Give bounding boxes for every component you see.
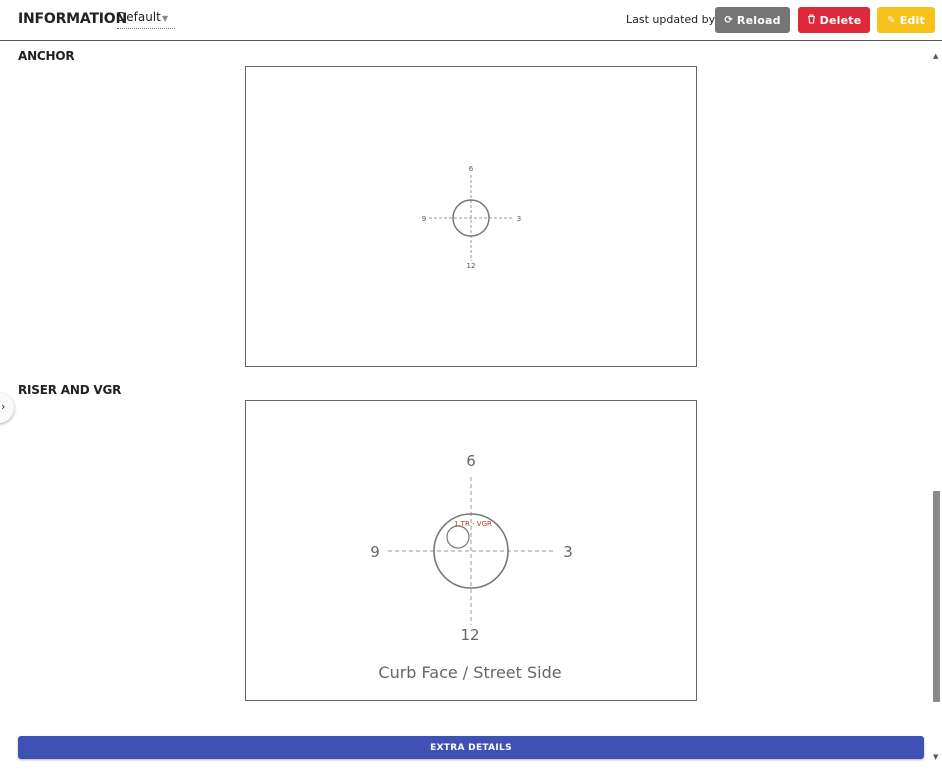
extra-details-button[interactable]: EXTRA DETAILS <box>18 736 924 759</box>
anchor-label-left: 9 <box>422 215 426 223</box>
chevron-down-icon: ▼ <box>162 14 169 23</box>
riser-label-bottom: 12 <box>460 626 479 644</box>
anchor-section-label: ANCHOR <box>18 49 75 63</box>
delete-button[interactable]: Delete <box>798 7 870 33</box>
delete-button-label: Delete <box>819 13 862 27</box>
anchor-label-bottom: 12 <box>467 262 476 270</box>
riser-label-right: 3 <box>563 543 573 561</box>
view-select-value: Default <box>117 10 161 24</box>
riser-label-top: 6 <box>466 452 476 470</box>
edit-button-label: Edit <box>899 13 925 27</box>
anchor-label-right: 3 <box>517 215 521 223</box>
page-title: INFORMATION <box>18 11 128 27</box>
scroll-up-arrow[interactable]: ▲ <box>933 52 938 60</box>
reload-button[interactable]: ⟳ Reload <box>715 7 790 33</box>
riser-diagram-svg: 1.TR - VGR 6 12 9 3 Curb Face / Street S… <box>370 452 573 682</box>
extra-details-label: EXTRA DETAILS <box>430 742 512 753</box>
riser-label-left: 9 <box>370 543 380 561</box>
view-select[interactable]: Default ▼ <box>117 9 175 29</box>
scroll-down-arrow[interactable]: ▼ <box>933 753 938 761</box>
header-bar: INFORMATION Default ▼ Last updated by: ⟳… <box>0 0 942 41</box>
riser-caption: Curb Face / Street Side <box>378 663 561 682</box>
reload-button-label: Reload <box>736 13 781 27</box>
scrollbar-thumb[interactable] <box>933 491 940 702</box>
trash-icon <box>807 13 816 27</box>
refresh-icon: ⟳ <box>724 14 733 26</box>
riser-section-label: RISER AND VGR <box>18 383 122 397</box>
chevron-right-icon: › <box>1 400 6 413</box>
drawer-toggle-button[interactable]: › <box>0 393 14 423</box>
anchor-diagram: 6 12 9 3 <box>245 66 697 367</box>
anchor-label-top: 6 <box>469 165 474 173</box>
edit-button[interactable]: ✎ Edit <box>877 7 935 33</box>
last-updated-label: Last updated by: <box>626 13 719 26</box>
pencil-icon: ✎ <box>887 14 896 26</box>
vgr-marker-circle <box>446 525 470 549</box>
anchor-diagram-svg: 6 12 9 3 <box>422 165 521 270</box>
riser-vgr-diagram: 1.TR - VGR 6 12 9 3 Curb Face / Street S… <box>245 400 697 701</box>
vgr-marker-label: 1.TR - VGR <box>454 520 492 528</box>
